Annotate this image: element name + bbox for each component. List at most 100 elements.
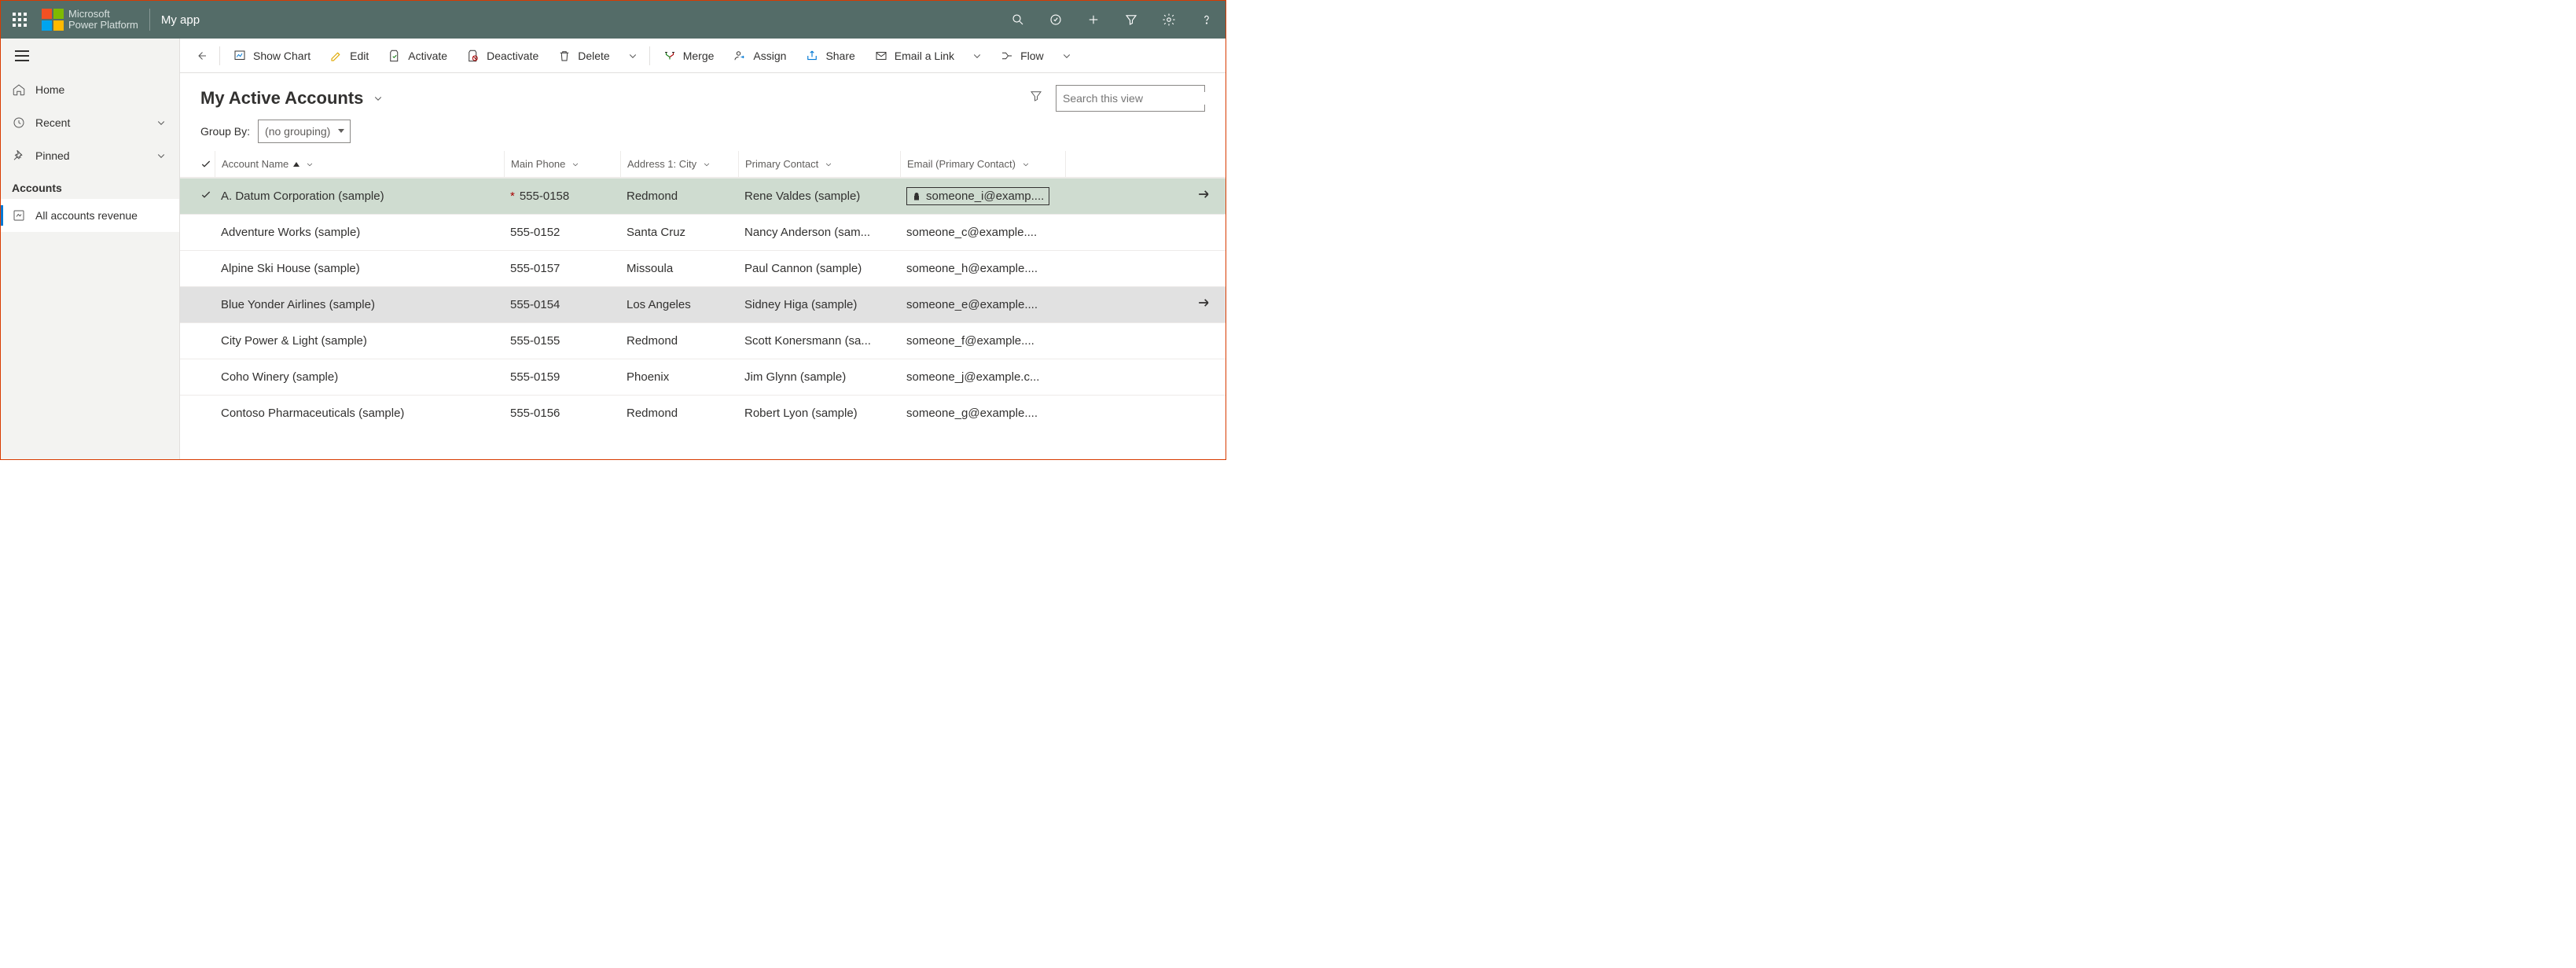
- table-row[interactable]: Coho Winery (sample)555-0159PhoenixJim G…: [180, 359, 1226, 395]
- col-header-main-phone[interactable]: Main Phone: [504, 151, 620, 177]
- table-row[interactable]: Alpine Ski House (sample)555-0157Missoul…: [180, 250, 1226, 286]
- cell-primary-contact[interactable]: Paul Cannon (sample): [738, 262, 900, 275]
- col-label: Account Name: [222, 158, 288, 170]
- cell-email[interactable]: someone_j@example.c...: [900, 370, 1065, 384]
- row-open-arrow[interactable]: [1196, 186, 1226, 206]
- delete-button[interactable]: Delete: [549, 42, 617, 69]
- cell-main-phone[interactable]: 555-0152: [504, 226, 620, 239]
- cell-primary-contact[interactable]: Robert Lyon (sample): [738, 407, 900, 420]
- nav-home-label: Home: [35, 83, 64, 96]
- show-chart-button[interactable]: Show Chart: [225, 42, 318, 69]
- col-header-city[interactable]: Address 1: City: [620, 151, 738, 177]
- global-search-button[interactable]: [999, 1, 1037, 39]
- cmd-label: Deactivate: [487, 50, 538, 62]
- cell-account-name[interactable]: City Power & Light (sample): [215, 334, 504, 348]
- add-button[interactable]: [1075, 1, 1112, 39]
- cell-primary-contact[interactable]: Jim Glynn (sample): [738, 370, 900, 384]
- cell-main-phone[interactable]: 555-0157: [504, 262, 620, 275]
- edit-button[interactable]: Edit: [322, 42, 377, 69]
- cell-primary-contact[interactable]: Sidney Higa (sample): [738, 298, 900, 311]
- back-button[interactable]: [188, 42, 215, 69]
- delete-split-button[interactable]: [621, 42, 645, 69]
- select-all-header[interactable]: [191, 151, 215, 177]
- chevron-down-icon: [1060, 49, 1074, 63]
- chevron-down-icon[interactable]: [371, 91, 385, 105]
- table-row[interactable]: City Power & Light (sample)555-0155Redmo…: [180, 322, 1226, 359]
- search-input[interactable]: [1063, 92, 1205, 105]
- cell-account-name[interactable]: Coho Winery (sample): [215, 370, 504, 384]
- settings-button[interactable]: [1150, 1, 1188, 39]
- row-open-arrow[interactable]: [1196, 295, 1226, 315]
- sidebar-toggle-button[interactable]: [1, 39, 179, 73]
- cell-email[interactable]: someone_e@example....: [900, 298, 1065, 311]
- product-logo: Microsoft Power Platform: [42, 9, 138, 31]
- col-header-spacer: [1065, 151, 1226, 177]
- col-header-email[interactable]: Email (Primary Contact): [900, 151, 1065, 177]
- cell-city[interactable]: Redmond: [620, 190, 738, 203]
- cell-city[interactable]: Santa Cruz: [620, 226, 738, 239]
- chevron-down-icon: [970, 49, 984, 63]
- email-link-split-button[interactable]: [965, 42, 989, 69]
- cell-email[interactable]: someone_f@example....: [900, 334, 1065, 348]
- assign-button[interactable]: Assign: [725, 42, 794, 69]
- cell-email[interactable]: someone_i@examp....: [900, 187, 1065, 205]
- col-label: Main Phone: [511, 158, 565, 170]
- chevron-down-icon: [154, 149, 168, 163]
- cell-main-phone[interactable]: 555-0156: [504, 407, 620, 420]
- cell-primary-contact[interactable]: Nancy Anderson (sam...: [738, 226, 900, 239]
- deactivate-button[interactable]: Deactivate: [458, 42, 546, 69]
- cell-primary-contact[interactable]: Scott Konersmann (sa...: [738, 334, 900, 348]
- cell-email[interactable]: someone_g@example....: [900, 407, 1065, 420]
- cell-city[interactable]: Missoula: [620, 262, 738, 275]
- cell-account-name[interactable]: A. Datum Corporation (sample): [215, 190, 504, 203]
- merge-icon: [663, 49, 677, 63]
- col-header-account-name[interactable]: Account Name: [215, 151, 504, 177]
- table-row[interactable]: Adventure Works (sample)555-0152Santa Cr…: [180, 214, 1226, 250]
- col-header-primary-contact[interactable]: Primary Contact: [738, 151, 900, 177]
- cell-primary-contact[interactable]: Rene Valdes (sample): [738, 190, 900, 203]
- share-button[interactable]: Share: [797, 42, 862, 69]
- activate-button[interactable]: Activate: [380, 42, 455, 69]
- cell-city[interactable]: Redmond: [620, 334, 738, 348]
- nav-all-accounts-revenue[interactable]: All accounts revenue: [1, 199, 179, 232]
- table-row[interactable]: Blue Yonder Airlines (sample)555-0154Los…: [180, 286, 1226, 322]
- merge-button[interactable]: Merge: [655, 42, 722, 69]
- email-link-button[interactable]: Email a Link: [866, 42, 962, 69]
- cmd-label: Flow: [1020, 50, 1044, 62]
- chevron-down-icon: [701, 159, 712, 170]
- deactivate-icon: [466, 49, 480, 63]
- task-button[interactable]: [1037, 1, 1075, 39]
- row-select[interactable]: [191, 189, 215, 204]
- cell-main-phone[interactable]: 555-0155: [504, 334, 620, 348]
- cell-main-phone[interactable]: 555-0159: [504, 370, 620, 384]
- column-filter-button[interactable]: [1024, 84, 1048, 112]
- help-button[interactable]: [1188, 1, 1226, 39]
- cell-city[interactable]: Los Angeles: [620, 298, 738, 311]
- cell-email[interactable]: someone_h@example....: [900, 262, 1065, 275]
- nav-home[interactable]: Home: [1, 73, 179, 106]
- table-row[interactable]: Contoso Pharmaceuticals (sample)555-0156…: [180, 395, 1226, 431]
- advanced-filter-button[interactable]: [1112, 1, 1150, 39]
- cell-city[interactable]: Phoenix: [620, 370, 738, 384]
- cell-account-name[interactable]: Adventure Works (sample): [215, 226, 504, 239]
- flow-button[interactable]: Flow: [992, 42, 1052, 69]
- cell-account-name[interactable]: Blue Yonder Airlines (sample): [215, 298, 504, 311]
- nav-recent[interactable]: Recent: [1, 106, 179, 139]
- cell-account-name[interactable]: Contoso Pharmaceuticals (sample): [215, 407, 504, 420]
- table-row[interactable]: A. Datum Corporation (sample)*555-0158Re…: [180, 178, 1226, 214]
- assign-icon: [733, 49, 747, 63]
- cell-city[interactable]: Redmond: [620, 407, 738, 420]
- view-search[interactable]: [1056, 85, 1205, 112]
- cell-main-phone[interactable]: *555-0158: [504, 190, 620, 203]
- brand-line2: Power Platform: [68, 20, 138, 31]
- home-icon: [12, 83, 26, 97]
- nav-pinned-label: Pinned: [35, 149, 70, 162]
- cell-account-name[interactable]: Alpine Ski House (sample): [215, 262, 504, 275]
- nav-pinned[interactable]: Pinned: [1, 139, 179, 172]
- cell-main-phone[interactable]: 555-0154: [504, 298, 620, 311]
- flow-split-button[interactable]: [1055, 42, 1079, 69]
- chevron-down-icon: [626, 49, 640, 63]
- group-by-select[interactable]: (no grouping): [258, 120, 351, 143]
- app-launcher-button[interactable]: [1, 1, 39, 39]
- cell-email[interactable]: someone_c@example....: [900, 226, 1065, 239]
